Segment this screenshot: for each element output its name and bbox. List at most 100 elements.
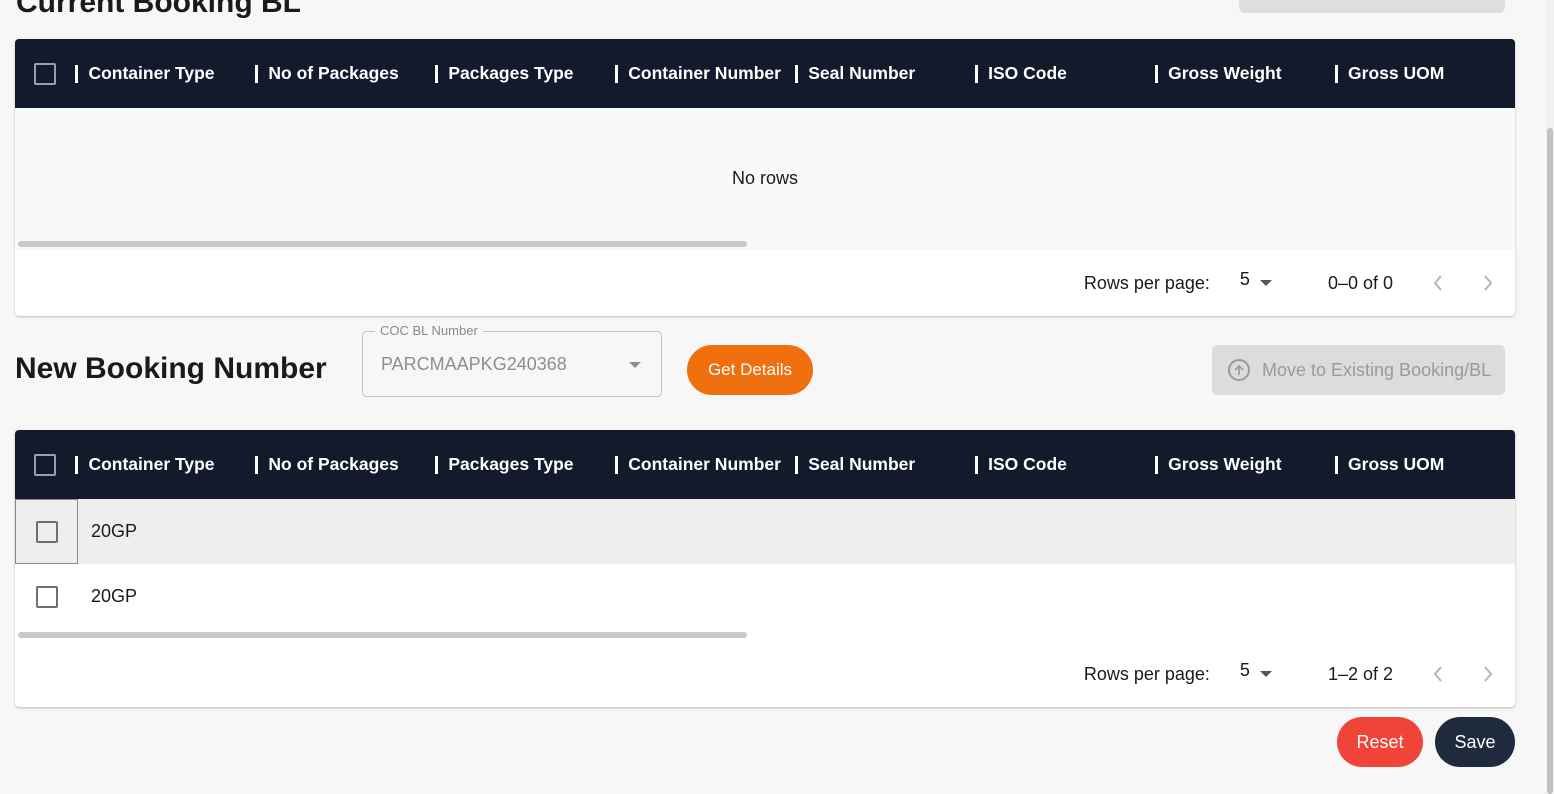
arrow-up-circle-icon [1228, 359, 1250, 381]
col-no-of-packages[interactable]: No of Packages [255, 430, 435, 499]
row-checkbox-cell[interactable] [15, 499, 78, 564]
col-container-type[interactable]: Container Type [75, 430, 255, 499]
no-rows-message: No rows [731, 168, 798, 188]
col-seal-number[interactable]: Seal Number [795, 39, 975, 108]
grid-body-empty: No rows [15, 108, 1515, 250]
rows-per-page-select[interactable]: 5 [1240, 660, 1272, 685]
row-checkbox-cell[interactable] [15, 564, 78, 629]
col-label: Container Type [88, 63, 215, 83]
col-iso-code[interactable]: ISO Code [975, 39, 1155, 108]
column-separator[interactable] [1335, 455, 1339, 474]
col-label: Container Number [628, 454, 781, 474]
caret-down-icon [1259, 280, 1272, 286]
column-separator[interactable] [75, 455, 79, 474]
col-packages-type[interactable]: Packages Type [435, 430, 615, 499]
rows-per-page-label: Rows per page: [1083, 272, 1210, 293]
coc-bl-number-value: PARCMAAPKG240368 [381, 354, 567, 374]
table-row[interactable]: 20GP [15, 499, 1515, 564]
move-button-top-disabled [1239, 0, 1505, 13]
current-booking-title: Current Booking BL [16, 0, 301, 19]
move-to-existing-button[interactable]: Move to Existing Booking/BL [1212, 345, 1505, 395]
col-label: Seal Number [808, 63, 916, 83]
col-container-number[interactable]: Container Number [615, 430, 795, 499]
col-label: No of Packages [268, 63, 399, 83]
col-label: Gross Weight [1168, 63, 1282, 83]
next-page-icon[interactable] [1481, 275, 1495, 291]
col-label: No of Packages [268, 454, 399, 474]
table-row[interactable]: 20GP [15, 564, 1515, 629]
save-button[interactable]: Save [1435, 717, 1515, 767]
grid-pagination: Rows per page: 5 1–2 of 2 [15, 641, 1515, 707]
col-iso-code[interactable]: ISO Code [975, 430, 1155, 499]
grid-body: 20GP 20GP [15, 499, 1515, 641]
rows-per-page-label: Rows per page: [1083, 663, 1210, 684]
col-label: Container Type [88, 454, 215, 474]
caret-down-icon [629, 362, 641, 368]
column-separator[interactable] [255, 455, 259, 474]
select-all-cell[interactable] [15, 39, 75, 108]
column-separator[interactable] [1335, 64, 1339, 83]
col-label: Gross Weight [1168, 454, 1282, 474]
page-range: 1–2 of 2 [1327, 663, 1393, 684]
column-separator[interactable] [1155, 455, 1159, 474]
col-label: Gross UOM [1348, 63, 1445, 83]
coc-bl-number-label: COC BL Number [375, 323, 483, 338]
rows-per-page-value: 5 [1239, 659, 1250, 680]
col-label: ISO Code [988, 63, 1067, 83]
col-seal-number[interactable]: Seal Number [795, 430, 975, 499]
horizontal-scrollbar[interactable] [18, 241, 747, 247]
col-gross-weight[interactable]: Gross Weight [1155, 430, 1335, 499]
col-label: Packages Type [448, 454, 574, 474]
cell-container-type[interactable]: 20GP [78, 586, 137, 607]
select-all-checkbox[interactable] [34, 453, 57, 476]
col-gross-weight[interactable]: Gross Weight [1155, 39, 1335, 108]
row-checkbox[interactable] [35, 585, 58, 608]
column-separator[interactable] [975, 455, 979, 474]
coc-bl-number-select[interactable]: COC BL Number PARCMAAPKG240368 [362, 323, 662, 397]
new-booking-grid: Container Type No of Packages Packages T… [15, 430, 1515, 707]
grid-header: Container Type No of Packages Packages T… [15, 430, 1515, 499]
col-label: Seal Number [808, 454, 916, 474]
get-details-button[interactable]: Get Details [687, 345, 813, 395]
horizontal-scrollbar[interactable] [18, 632, 747, 638]
col-label: ISO Code [988, 454, 1067, 474]
page-range: 0–0 of 0 [1327, 272, 1393, 293]
col-label: Container Number [628, 63, 781, 83]
column-separator[interactable] [435, 64, 439, 83]
rows-per-page-select[interactable]: 5 [1240, 269, 1272, 294]
move-to-existing-label: Move to Existing Booking/BL [1262, 359, 1492, 380]
grid-header: Container Type No of Packages Packages T… [15, 39, 1515, 108]
select-all-cell[interactable] [15, 430, 75, 499]
column-separator[interactable] [975, 64, 979, 83]
col-container-number[interactable]: Container Number [615, 39, 795, 108]
cell-container-type[interactable]: 20GP [78, 521, 137, 542]
column-separator[interactable] [1155, 64, 1159, 83]
column-separator[interactable] [615, 64, 619, 83]
vertical-scrollbar-track[interactable] [1546, 0, 1554, 794]
column-separator[interactable] [75, 64, 79, 83]
col-no-of-packages[interactable]: No of Packages [255, 39, 435, 108]
col-container-type[interactable]: Container Type [75, 39, 255, 108]
caret-down-icon [1259, 671, 1272, 677]
column-separator[interactable] [255, 64, 259, 83]
column-separator[interactable] [795, 64, 799, 83]
column-separator[interactable] [615, 455, 619, 474]
row-checkbox[interactable] [35, 520, 58, 543]
column-separator[interactable] [795, 455, 799, 474]
rows-per-page-value: 5 [1239, 268, 1250, 289]
next-page-icon[interactable] [1481, 666, 1495, 682]
reset-button[interactable]: Reset [1337, 717, 1423, 767]
new-booking-title: New Booking Number [15, 352, 327, 385]
col-label: Packages Type [448, 63, 574, 83]
prev-page-icon[interactable] [1431, 666, 1445, 682]
current-booking-grid: Container Type No of Packages Packages T… [15, 39, 1515, 316]
prev-page-icon[interactable] [1431, 275, 1445, 291]
grid-pagination: Rows per page: 5 0–0 of 0 [15, 250, 1515, 316]
col-label: Gross UOM [1348, 454, 1445, 474]
select-all-checkbox[interactable] [34, 62, 57, 85]
col-gross-uom[interactable]: Gross UOM [1335, 430, 1515, 499]
column-separator[interactable] [435, 455, 439, 474]
vertical-scrollbar-thumb[interactable] [1547, 128, 1553, 794]
col-packages-type[interactable]: Packages Type [435, 39, 615, 108]
col-gross-uom[interactable]: Gross UOM [1335, 39, 1515, 108]
